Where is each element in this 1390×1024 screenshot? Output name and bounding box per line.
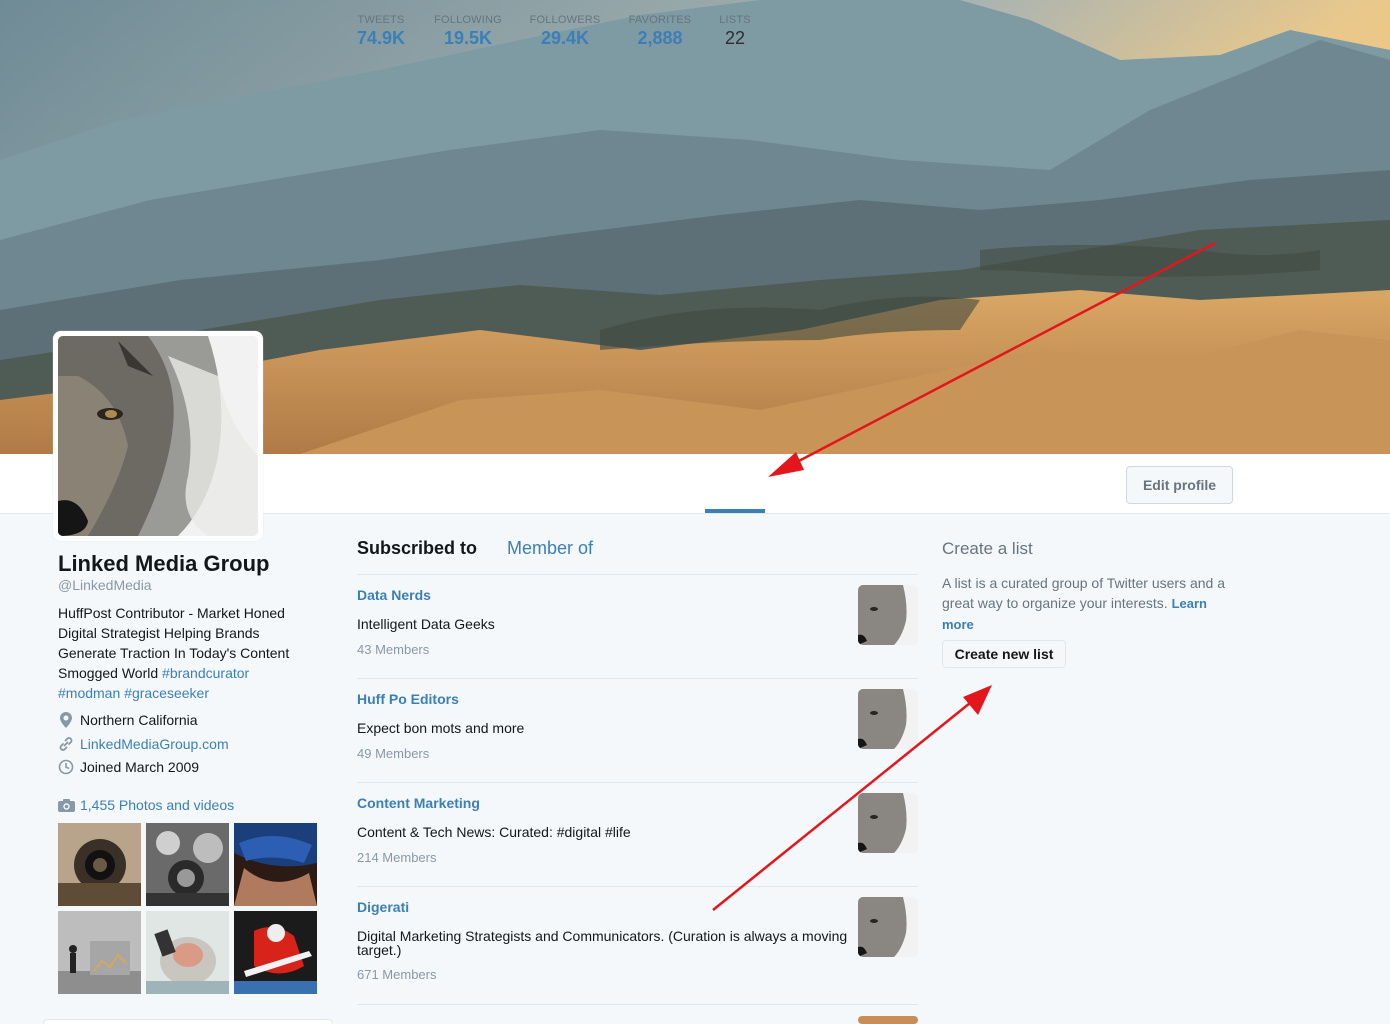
arrow-to-create-button — [712, 685, 992, 911]
photo-thumbnail[interactable] — [58, 911, 141, 994]
website-link[interactable]: LinkedMediaGroup.com — [80, 736, 229, 752]
list-owner-avatar[interactable] — [858, 793, 918, 853]
stat-label: FOLLOWING — [434, 14, 502, 26]
list-title[interactable]: Huff Po Editors — [357, 691, 459, 707]
camera-icon — [58, 798, 75, 812]
profile-joined: Joined March 2009 — [58, 759, 199, 775]
bio-hashtag[interactable]: #graceseeker — [124, 685, 209, 701]
list-description: Content & Tech News: Curated: #digital #… — [357, 824, 631, 840]
clock-icon — [58, 759, 74, 775]
photo-thumbnail[interactable] — [58, 823, 141, 906]
divider — [357, 886, 918, 887]
list-owner-avatar[interactable] — [858, 585, 918, 645]
photos-videos-link[interactable]: 1,455 Photos and videos — [58, 797, 234, 813]
create-list-description: A list is a curated group of Twitter use… — [942, 573, 1234, 635]
photos-videos-label: 1,455 Photos and videos — [80, 797, 235, 813]
profile-handle[interactable]: @LinkedMedia — [58, 577, 152, 593]
list-owner-avatar[interactable] — [858, 1016, 918, 1024]
stat-favorites[interactable]: FAVORITES 2,888 — [626, 14, 694, 49]
edit-profile-button[interactable]: Edit profile — [1126, 466, 1233, 504]
list-owner-avatar[interactable] — [858, 689, 918, 749]
profile-location: Northern California — [58, 712, 198, 728]
list-members[interactable]: 671 Members — [357, 967, 436, 982]
create-list-heading: Create a list — [942, 539, 1033, 558]
stat-value: 19.5K — [443, 28, 493, 48]
photo-thumbnail[interactable] — [234, 911, 317, 994]
tab-member-of[interactable]: Member of — [507, 538, 593, 559]
divider — [357, 782, 918, 783]
photo-thumbnail[interactable] — [146, 823, 229, 906]
joined-text: Joined March 2009 — [80, 759, 200, 775]
avatar-frame[interactable] — [53, 331, 263, 541]
avatar — [58, 336, 258, 536]
list-title[interactable]: Data Nerds — [357, 587, 431, 603]
photo-thumbnail[interactable] — [234, 823, 317, 906]
list-owner-avatar[interactable] — [858, 897, 918, 957]
divider — [357, 1004, 918, 1005]
stat-label: FOLLOWERS — [529, 14, 601, 26]
wolf-avatar-image — [58, 336, 258, 536]
bio-hashtag[interactable]: #modman — [58, 685, 120, 701]
list-description: Expect bon mots and more — [357, 720, 525, 736]
stat-tweets[interactable]: TWEETS 74.9K — [355, 14, 407, 49]
link-icon — [58, 736, 74, 752]
divider — [357, 678, 918, 679]
active-tab-indicator — [705, 509, 765, 513]
stat-value: 22 — [724, 28, 746, 48]
stat-following[interactable]: FOLLOWING 19.5K — [432, 14, 504, 49]
sidebar-card — [43, 1019, 333, 1024]
list-description: Intelligent Data Geeks — [357, 616, 495, 632]
profile-name[interactable]: Linked Media Group — [58, 551, 269, 577]
profile-bio: HuffPost Contributor - Market Honed Digi… — [58, 603, 308, 703]
location-pin-icon — [58, 712, 74, 728]
create-new-list-button[interactable]: Create new list — [942, 640, 1066, 668]
stat-label: TWEETS — [357, 14, 405, 26]
stat-lists[interactable]: LISTS 22 — [712, 14, 758, 49]
stat-label: LISTS — [719, 14, 751, 26]
bio-hashtag[interactable]: #brandcurator — [162, 665, 249, 681]
list-members[interactable]: 49 Members — [357, 746, 429, 761]
profile-website: LinkedMediaGroup.com — [58, 736, 229, 752]
stat-followers[interactable]: FOLLOWERS 29.4K — [529, 14, 601, 49]
location-text: Northern California — [80, 712, 198, 728]
stat-value: 29.4K — [540, 28, 590, 48]
photo-thumbnail[interactable] — [146, 911, 229, 994]
list-members[interactable]: 43 Members — [357, 642, 429, 657]
stat-label: FAVORITES — [628, 14, 692, 26]
list-description: Digital Marketing Strategists and Commun… — [357, 928, 848, 958]
list-members[interactable]: 214 Members — [357, 850, 436, 865]
stat-value: 74.9K — [356, 28, 406, 48]
list-title[interactable]: Digerati — [357, 899, 409, 915]
tab-subscribed-to[interactable]: Subscribed to — [357, 538, 477, 559]
stat-value: 2,888 — [637, 28, 683, 48]
list-title[interactable]: Content Marketing — [357, 795, 480, 811]
divider — [357, 574, 918, 575]
